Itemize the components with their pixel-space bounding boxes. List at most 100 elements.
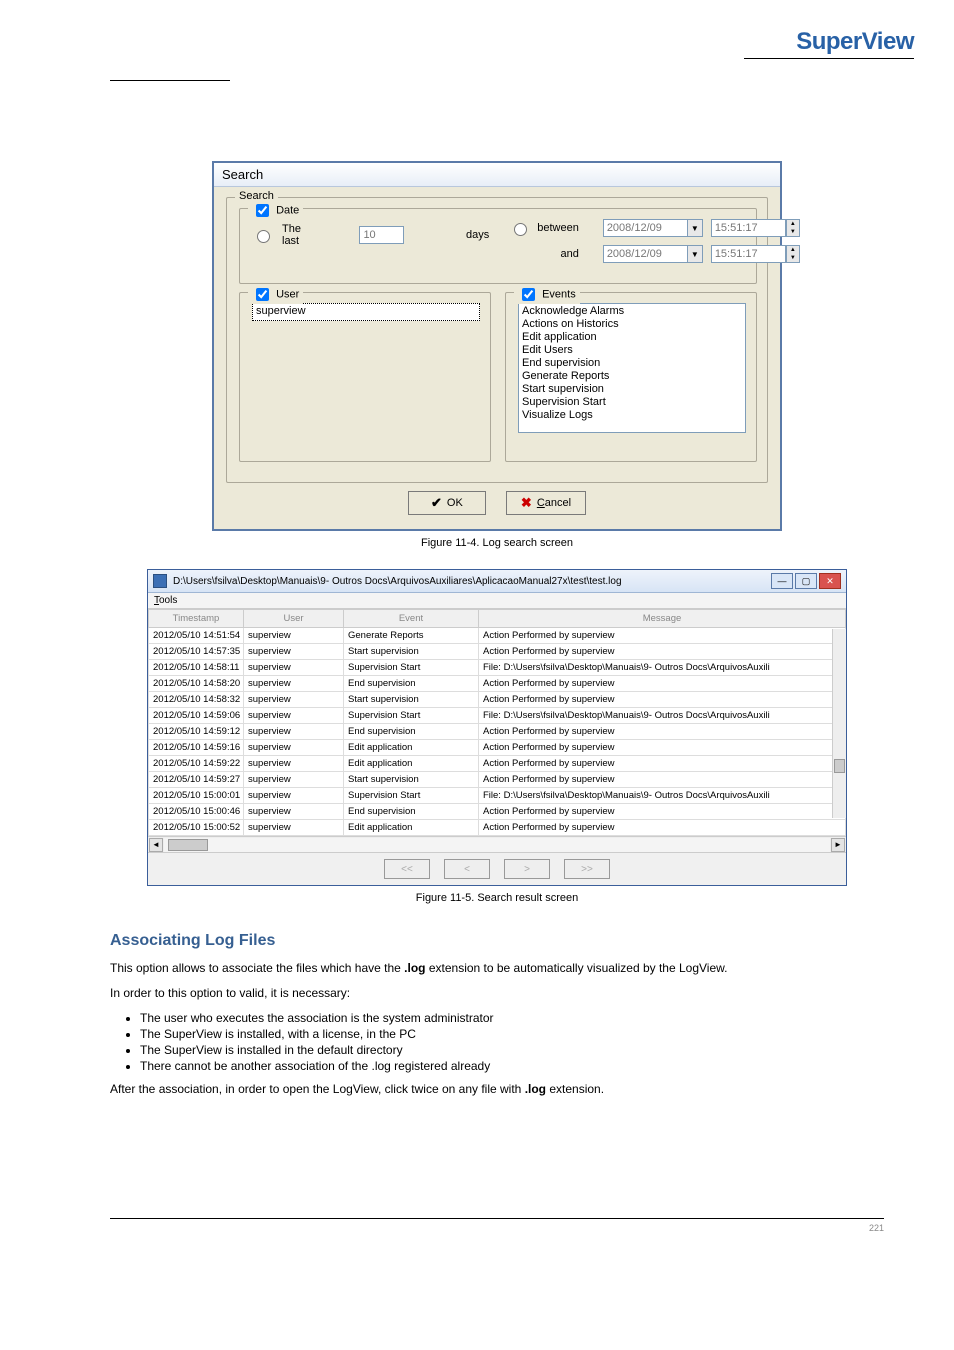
events-list-item[interactable]: Visualize Logs [522,409,742,422]
pager: << < > >> [148,852,846,885]
ok-button[interactable]: ✔ OK [408,491,486,515]
table-row[interactable]: 2012/05/10 14:58:32superviewStart superv… [149,692,846,708]
date-label: Date [276,204,299,216]
user-group: User superview [239,292,491,462]
cancel-button[interactable]: ✖ Cancel [506,491,586,515]
menu-tools[interactable]: Tools [154,595,177,606]
events-list-item[interactable]: Start supervision [522,383,742,396]
pager-prev-button[interactable]: < [444,859,490,879]
table-cell: superview [244,788,344,804]
scroll-right-icon[interactable]: ► [831,838,845,852]
date-group: Date The last days [239,208,757,284]
pager-last-button[interactable]: >> [564,859,610,879]
date-to-drop-icon[interactable]: ▼ [687,245,703,263]
table-cell: File: D:\Users\fsilva\Desktop\Manuais\9-… [479,708,846,724]
time-from-spin-icon[interactable]: ▲▼ [786,219,800,237]
time-from[interactable] [711,219,786,237]
table-cell: 2012/05/10 14:58:32 [149,692,244,708]
table-row[interactable]: 2012/05/10 15:00:46superviewEnd supervis… [149,804,846,820]
table-cell: Action Performed by superview [479,772,846,788]
table-row[interactable]: 2012/05/10 14:59:12superviewEnd supervis… [149,724,846,740]
col-event[interactable]: Event [344,610,479,628]
x-icon: ✖ [521,495,532,511]
table-cell: 2012/05/10 14:59:16 [149,740,244,756]
table-cell: Action Performed by superview [479,740,846,756]
between-label: between [537,222,579,234]
table-cell: Supervision Start [344,660,479,676]
table-cell: 2012/05/10 15:00:46 [149,804,244,820]
events-list-item[interactable]: Generate Reports [522,370,742,383]
minimize-icon[interactable]: — [771,573,793,589]
maximize-icon[interactable]: ▢ [795,573,817,589]
menubar: Tools [148,593,846,609]
cancel-label: Cancel [537,497,571,509]
list-item: The SuperView is installed, with a licen… [140,1027,884,1041]
col-user[interactable]: User [244,610,344,628]
table-row[interactable]: 2012/05/10 14:51:54superviewGenerate Rep… [149,628,846,644]
table-row[interactable]: 2012/05/10 14:58:20superviewEnd supervis… [149,676,846,692]
table-row[interactable]: 2012/05/10 14:59:27superviewStart superv… [149,772,846,788]
date-legend: Date [248,201,303,220]
scroll-left-icon[interactable]: ◄ [149,838,163,852]
the-last-label: The last [282,223,315,247]
table-cell: superview [244,772,344,788]
check-icon: ✔ [431,495,442,511]
page-number: 221 [869,1223,884,1233]
pager-first-button[interactable]: << [384,859,430,879]
date-from[interactable] [603,219,688,237]
events-list-item[interactable]: Supervision Start [522,396,742,409]
body-paragraph: After the association, in order to open … [110,1081,884,1098]
table-header-row: Timestamp User Event Message [149,610,846,628]
table-cell: 2012/05/10 14:57:35 [149,644,244,660]
events-list-item[interactable]: Edit application [522,331,742,344]
table-row[interactable]: 2012/05/10 14:59:16superviewEdit applica… [149,740,846,756]
table-cell: 2012/05/10 14:58:20 [149,676,244,692]
the-last-radio[interactable] [257,230,270,243]
between-radio[interactable] [514,223,527,236]
section-heading: Associating Log Files [110,932,884,950]
list-item: The SuperView is installed in the defaul… [140,1043,884,1057]
horizontal-scrollbar[interactable]: ◄ ► [148,836,846,852]
table-cell: 2012/05/10 14:59:22 [149,756,244,772]
date-checkbox[interactable] [256,204,269,217]
log-grid: Timestamp User Event Message 2012/05/10 … [148,609,846,836]
search-dialog: Search Search Date The last [212,161,782,531]
events-list-item[interactable]: End supervision [522,357,742,370]
date-from-drop-icon[interactable]: ▼ [687,219,703,237]
close-icon[interactable]: ✕ [819,573,841,589]
col-message[interactable]: Message [479,610,846,628]
table-row[interactable]: 2012/05/10 14:59:06superviewSupervision … [149,708,846,724]
table-row[interactable]: 2012/05/10 15:00:01superviewSupervision … [149,788,846,804]
events-list-item[interactable]: Edit Users [522,344,742,357]
table-cell: superview [244,740,344,756]
user-checkbox[interactable] [256,288,269,301]
events-list-item[interactable]: Actions on Historics [522,318,742,331]
table-row[interactable]: 2012/05/10 14:59:22superviewEdit applica… [149,756,846,772]
body-paragraph: In order to this option to valid, it is … [110,985,884,1002]
time-to-spin-icon[interactable]: ▲▼ [786,245,800,263]
table-row[interactable]: 2012/05/10 14:58:11superviewSupervision … [149,660,846,676]
time-to[interactable] [711,245,786,263]
col-timestamp[interactable]: Timestamp [149,610,244,628]
table-cell: 2012/05/10 15:00:01 [149,788,244,804]
pager-next-button[interactable]: > [504,859,550,879]
table-cell: Edit application [344,740,479,756]
the-last-input[interactable] [359,226,404,244]
table-cell: Edit application [344,756,479,772]
list-item: The user who executes the association is… [140,1011,884,1025]
events-listbox[interactable]: Acknowledge AlarmsActions on HistoricsEd… [518,303,746,433]
table-cell: 2012/05/10 14:59:06 [149,708,244,724]
table-row[interactable]: 2012/05/10 15:00:52superviewEdit applica… [149,820,846,836]
table-cell: superview [244,804,344,820]
table-cell: superview [244,628,344,644]
vertical-scrollbar[interactable] [832,629,846,818]
date-to[interactable] [603,245,688,263]
events-checkbox[interactable] [522,288,535,301]
user-input[interactable]: superview [252,303,480,321]
table-cell: 2012/05/10 14:59:12 [149,724,244,740]
table-cell: Action Performed by superview [479,644,846,660]
table-cell: Start supervision [344,692,479,708]
table-row[interactable]: 2012/05/10 14:57:35superviewStart superv… [149,644,846,660]
events-list-item[interactable]: Acknowledge Alarms [522,305,742,318]
log-path: D:\Users\fsilva\Desktop\Manuais\9- Outro… [173,576,765,587]
